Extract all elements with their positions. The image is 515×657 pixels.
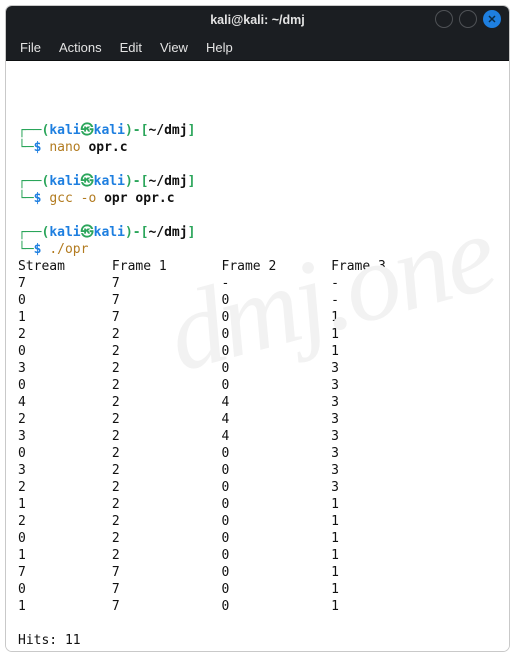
minimize-button[interactable] <box>435 10 453 28</box>
terminal-body[interactable]: dmj.one ┌──(kali㉿kali)-[~/dmj] └─$ nano … <box>6 61 509 651</box>
maximize-button[interactable] <box>459 10 477 28</box>
window-title: kali@kali: ~/dmj <box>210 13 305 27</box>
menu-file[interactable]: File <box>20 40 41 55</box>
terminal-output: ┌──(kali㉿kali)-[~/dmj] └─$ nano opr.c ┌─… <box>18 122 497 651</box>
menu-help[interactable]: Help <box>206 40 233 55</box>
terminal-window: kali@kali: ~/dmj ✕ File Actions Edit Vie… <box>6 6 509 651</box>
menu-edit[interactable]: Edit <box>120 40 142 55</box>
close-button[interactable]: ✕ <box>483 10 501 28</box>
menu-actions[interactable]: Actions <box>59 40 102 55</box>
window-controls: ✕ <box>435 10 501 28</box>
menu-view[interactable]: View <box>160 40 188 55</box>
menu-bar: File Actions Edit View Help <box>6 34 509 61</box>
window-titlebar: kali@kali: ~/dmj ✕ <box>6 6 509 34</box>
